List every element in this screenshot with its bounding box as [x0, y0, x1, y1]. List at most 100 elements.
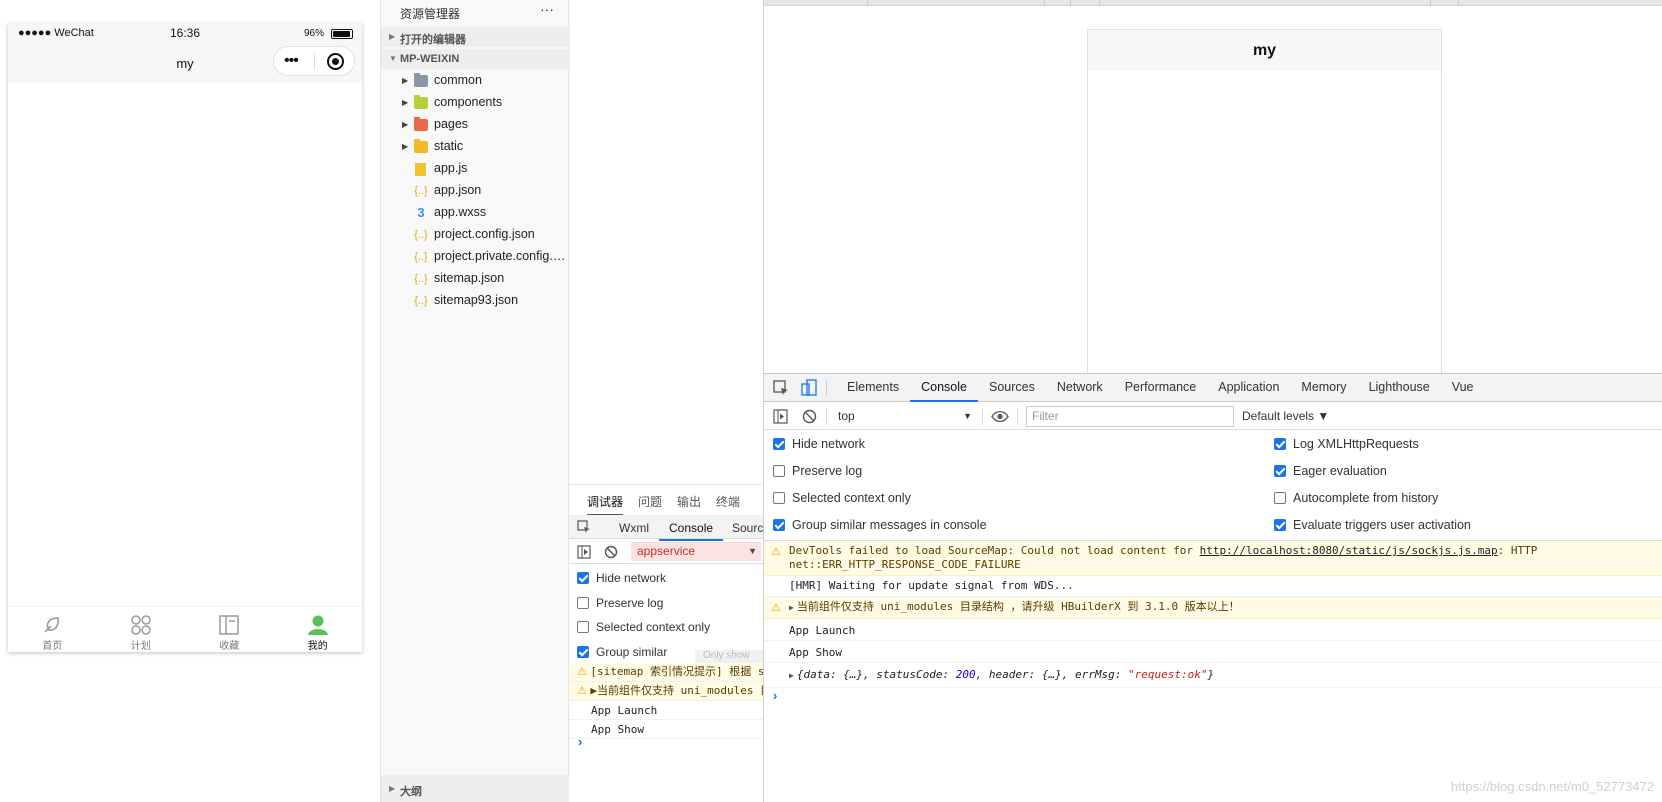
console-message: [HMR] Waiting for update signal from WDS… — [764, 576, 1662, 597]
tree-item-app-js[interactable]: app.js — [381, 158, 570, 180]
battery-icon — [331, 29, 353, 39]
devtools-panel: Elements Console Sources Network Perform… — [764, 373, 1662, 802]
chevron-right-icon: ▶ — [402, 142, 409, 151]
devtools-tabbar: Elements Console Sources Network Perform… — [764, 374, 1662, 402]
inspect-icon[interactable] — [577, 520, 591, 534]
checkbox[interactable] — [577, 621, 589, 633]
tree-item-components[interactable]: ▶ components — [381, 92, 570, 114]
filter-input[interactable]: Filter — [1026, 406, 1234, 427]
eye-icon[interactable] — [991, 410, 1009, 423]
tree-item-app-wxss[interactable]: 3 app.wxss — [381, 202, 570, 224]
option-preserve-log[interactable]: Preserve log — [577, 596, 663, 614]
json-file-icon: {..} — [414, 185, 428, 197]
sidebar-toggle-icon[interactable] — [773, 409, 788, 424]
tab-console[interactable]: Console — [910, 374, 978, 402]
tab-mine[interactable]: 我的 — [274, 607, 363, 652]
checkbox[interactable] — [1274, 438, 1286, 450]
checkbox[interactable] — [773, 465, 785, 477]
tree-item-pages[interactable]: ▶ pages — [381, 114, 570, 136]
tab-performance[interactable]: Performance — [1114, 374, 1208, 402]
option-hide-network[interactable]: Hide network — [577, 571, 666, 589]
tab-debugger[interactable]: 调试器 — [587, 493, 624, 516]
setting-evaluate-triggers[interactable]: Evaluate triggers user activation — [1274, 518, 1471, 536]
expand-icon[interactable]: ▶ — [789, 603, 794, 612]
tab-sources[interactable]: Sources — [978, 374, 1046, 402]
setting-autocomplete-history[interactable]: Autocomplete from history — [1274, 491, 1438, 509]
option-selected-context[interactable]: Selected context only — [577, 620, 710, 638]
sidebar-toggle-icon[interactable] — [577, 545, 591, 559]
subtab-console[interactable]: Console — [659, 521, 724, 541]
option-group-similar[interactable]: Group similar — [577, 645, 667, 663]
clear-console-icon[interactable] — [604, 545, 618, 559]
project-section[interactable]: ▼ MP-WEIXIN — [381, 49, 570, 69]
checkbox[interactable] — [773, 492, 785, 504]
tab-label: 我的 — [307, 641, 328, 652]
checkbox[interactable] — [577, 646, 589, 658]
console-toolbar: top ▼ Filter Default levels ▼ — [764, 403, 1662, 430]
setting-hide-network[interactable]: Hide network — [773, 437, 865, 455]
tree-item-sitemap-json[interactable]: {..} sitemap.json — [381, 268, 570, 290]
tab-application[interactable]: Application — [1207, 374, 1290, 402]
tree-item-sitemap93-json[interactable]: {..} sitemap93.json — [381, 290, 570, 312]
setting-eager-evaluation[interactable]: Eager evaluation — [1274, 464, 1387, 482]
checkbox[interactable] — [1274, 465, 1286, 477]
warning-icon: ⚠ — [577, 684, 591, 697]
console-object[interactable]: ▶ {data: {…}, statusCode: 200, header: {…… — [764, 663, 1662, 688]
checkbox[interactable] — [577, 597, 589, 609]
setting-group-similar[interactable]: Group similar messages in console — [773, 518, 987, 536]
warning-icon: ⚠ — [577, 665, 591, 678]
setting-log-xhr[interactable]: Log XMLHttpRequests — [1274, 437, 1419, 455]
subtab-wxml[interactable]: Wxml — [619, 521, 649, 535]
console-settings: Hide network Preserve log Selected conte… — [764, 431, 1662, 541]
checkbox[interactable] — [773, 519, 785, 531]
tab-favorites[interactable]: 收藏 — [185, 607, 274, 652]
device-toolbar-icon[interactable] — [800, 379, 818, 397]
tree-item-project-private-config-json[interactable]: {..} project.private.config.json — [381, 246, 570, 268]
console-message: ⚠ DevTools failed to load SourceMap: Cou… — [764, 541, 1662, 576]
tree-item-app-json[interactable]: {..} app.json — [381, 180, 570, 202]
chevron-right-icon: ▶ — [402, 76, 409, 85]
tab-label: 计划 — [130, 641, 151, 652]
inspect-element-icon[interactable] — [772, 379, 790, 397]
setting-preserve-log[interactable]: Preserve log — [773, 464, 862, 482]
tab-vue[interactable]: Vue — [1441, 374, 1485, 402]
expand-icon[interactable]: ▶ — [789, 671, 794, 680]
tab-terminal[interactable]: 终端 — [716, 493, 740, 510]
tab-problems[interactable]: 问题 — [638, 493, 662, 510]
tree-item-static[interactable]: ▶ static — [381, 136, 570, 158]
chevron-down-icon: ▼ — [963, 411, 972, 421]
tab-output[interactable]: 输出 — [677, 493, 701, 510]
tab-network[interactable]: Network — [1046, 374, 1114, 402]
checkbox[interactable] — [577, 572, 589, 584]
setting-selected-context-only[interactable]: Selected context only — [773, 491, 911, 509]
more-icon[interactable]: ••• — [284, 52, 299, 70]
log-levels-dropdown[interactable]: Default levels ▼ — [1242, 409, 1329, 423]
clear-console-icon[interactable] — [802, 409, 817, 424]
checkbox[interactable] — [1274, 519, 1286, 531]
tree-item-common[interactable]: ▶ common — [381, 70, 570, 92]
chevron-right-icon: ▶ — [402, 120, 409, 129]
checkbox[interactable] — [1274, 492, 1286, 504]
outline-section[interactable]: ▶ 大纲 — [381, 775, 570, 802]
subtab-sources[interactable]: Sources — [732, 521, 763, 535]
context-selector[interactable]: appservice ▼ — [631, 542, 761, 561]
console-prompt[interactable]: › — [578, 734, 582, 749]
console-prompt[interactable]: › — [773, 688, 1662, 703]
json-file-icon: {..} — [414, 295, 428, 307]
folder-icon — [414, 117, 428, 131]
tab-home[interactable]: 首页 — [8, 607, 97, 652]
tree-item-project-config-json[interactable]: {..} project.config.json — [381, 224, 570, 246]
tab-lighthouse[interactable]: Lighthouse — [1358, 374, 1441, 402]
close-target-icon[interactable] — [327, 53, 344, 70]
context-selector[interactable]: top ▼ — [832, 407, 976, 426]
open-editors-section[interactable]: ▶ 打开的编辑器 — [381, 27, 570, 47]
menu-capsule: ••• — [273, 46, 355, 76]
tab-memory[interactable]: Memory — [1290, 374, 1357, 402]
chevron-right-icon: ▶ — [389, 32, 396, 41]
checkbox[interactable] — [773, 438, 785, 450]
console-message: ⚠ ▶ 当前组件仅支持 uni_modules 目录结构 ，请升级 HBuilde… — [764, 597, 1662, 619]
tab-plan[interactable]: 计划 — [97, 607, 186, 652]
tab-elements[interactable]: Elements — [836, 374, 910, 402]
sourcemap-link[interactable]: http://localhost:8080/static/js/sockjs.j… — [1200, 544, 1498, 557]
more-actions-icon[interactable]: ··· — [540, 1, 554, 17]
